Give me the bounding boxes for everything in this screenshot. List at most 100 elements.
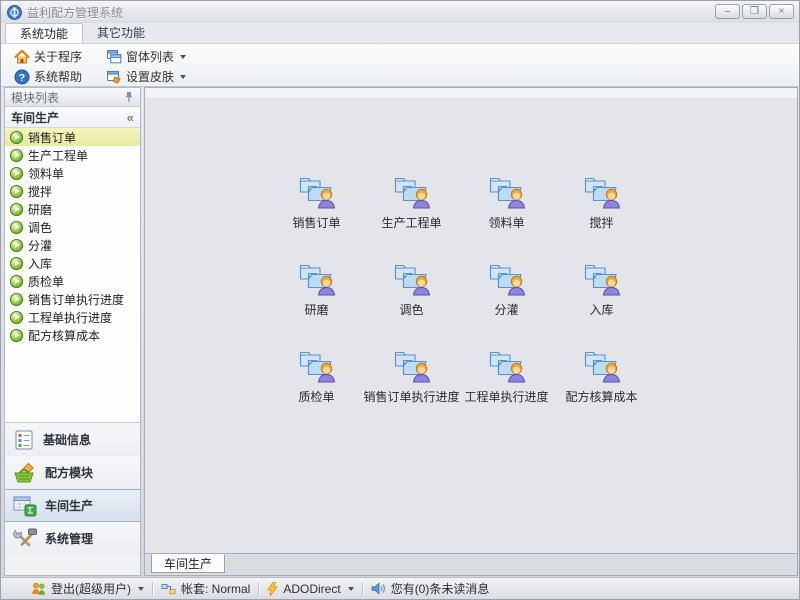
unread-messages-status[interactable]: 您有(0)条未读消息 — [363, 580, 498, 597]
section-formula-module[interactable]: 配方模块 — [5, 456, 140, 489]
sidebar-section-buttons: 基础信息 配方模块 — [5, 422, 140, 555]
section-formula-module-label: 配方模块 — [45, 464, 93, 481]
go-arrow-icon — [10, 167, 23, 180]
section-system-management-label: 系统管理 — [45, 530, 93, 547]
sidebar-item-production-order[interactable]: 生产工程单 — [5, 146, 140, 164]
bottom-tab-strip: 车间生产 — [144, 554, 798, 576]
app-window: 益利配方管理系统 – ❐ × 系统功能 其它功能 关于程序 — [0, 0, 800, 600]
module-shortcut-quality-inspection[interactable]: 质检单 — [269, 347, 364, 405]
module-shortcut-filling[interactable]: 分灌 — [459, 260, 554, 318]
cascade-windows-icon — [106, 49, 122, 65]
app-logo-icon — [7, 5, 22, 20]
go-arrow-icon — [10, 293, 23, 306]
skin-palette-icon — [106, 69, 122, 85]
about-program-button[interactable]: 关于程序 — [9, 47, 87, 66]
go-arrow-icon — [10, 203, 23, 216]
go-arrow-icon — [10, 221, 23, 234]
sidebar-item-warehousing[interactable]: 入库 — [5, 254, 140, 272]
module-shortcut-engineering-order-progress[interactable]: 工程单执行进度 — [459, 347, 554, 405]
module-label: 搅拌 — [589, 214, 613, 231]
folder-user-icon — [488, 347, 526, 385]
sidebar-item-quality-inspection[interactable]: 质检单 — [5, 272, 140, 290]
folder-user-icon — [488, 173, 526, 211]
tab-system-functions[interactable]: 系统功能 — [5, 23, 83, 43]
form-list-label: 窗体列表 — [126, 48, 174, 65]
go-arrow-icon — [10, 149, 23, 162]
module-label: 销售订单 — [292, 214, 340, 231]
module-label: 生产工程单 — [381, 214, 441, 231]
form-list-button[interactable]: 窗体列表 — [101, 47, 191, 66]
module-shortcut-production-order[interactable]: 生产工程单 — [364, 173, 459, 231]
title-bar: 益利配方管理系统 – ❐ × — [1, 1, 799, 23]
help-icon: ? — [14, 69, 30, 85]
pin-icon[interactable] — [124, 91, 134, 103]
module-shortcut-material-requisition[interactable]: 领料单 — [459, 173, 554, 231]
panel-top-strip — [145, 88, 797, 99]
basket-pencil-icon — [13, 462, 37, 484]
module-shortcut-warehousing[interactable]: 入库 — [554, 260, 649, 318]
tab-other-functions[interactable]: 其它功能 — [83, 23, 159, 43]
go-arrow-icon — [10, 185, 23, 198]
sidebar-group-title: 车间生产 — [11, 109, 59, 126]
section-basic-info-label: 基础信息 — [43, 431, 91, 448]
folder-user-icon — [298, 347, 336, 385]
sidebar-item-sales-order-progress[interactable]: 销售订单执行进度 — [5, 290, 140, 308]
section-system-management[interactable]: 系统管理 — [5, 522, 140, 555]
go-arrow-icon — [10, 257, 23, 270]
provider-button[interactable]: ADODirect — [259, 582, 361, 596]
ribbon-tab-row: 系统功能 其它功能 — [1, 23, 799, 43]
unread-messages-label: 您有(0)条未读消息 — [391, 580, 490, 597]
sidebar-item-grinding[interactable]: 研磨 — [5, 200, 140, 218]
dropdown-arrow-icon — [180, 75, 186, 79]
module-shortcut-sales-order-progress[interactable]: 销售订单执行进度 — [364, 347, 459, 405]
close-button[interactable]: × — [769, 4, 794, 19]
set-skin-label: 设置皮肤 — [126, 68, 174, 85]
folder-user-icon — [583, 173, 621, 211]
go-arrow-icon — [10, 329, 23, 342]
collapse-icon[interactable]: « — [127, 110, 134, 125]
module-shortcut-grinding[interactable]: 研磨 — [269, 260, 364, 318]
about-program-label: 关于程序 — [34, 48, 82, 65]
set-skin-button[interactable]: 设置皮肤 — [101, 67, 191, 86]
sidebar-item-formula-costing[interactable]: 配方核算成本 — [5, 326, 140, 344]
logout-button[interactable]: 登出(超级用户) — [23, 580, 152, 597]
module-label: 调色 — [399, 301, 423, 318]
sidebar-item-engineering-order-progress[interactable]: 工程单执行进度 — [5, 308, 140, 326]
main-area: 销售订单 生产工程单 领料单 搅拌 — [144, 87, 798, 576]
sidebar-item-tinting[interactable]: 调色 — [5, 218, 140, 236]
module-shortcut-sales-order[interactable]: 销售订单 — [269, 173, 364, 231]
list-form-icon — [13, 429, 35, 451]
sidebar-item-mixing[interactable]: 搅拌 — [5, 182, 140, 200]
speaker-icon — [371, 582, 386, 595]
module-label: 配方核算成本 — [565, 388, 637, 405]
maximize-button[interactable]: ❐ — [742, 4, 767, 19]
folder-user-icon — [393, 173, 431, 211]
module-shortcut-formula-costing[interactable]: 配方核算成本 — [554, 347, 649, 405]
bottom-tab-workshop-production[interactable]: 车间生产 — [151, 554, 225, 573]
system-help-button[interactable]: ? 系统帮助 — [9, 67, 87, 86]
folder-user-icon — [583, 260, 621, 298]
folder-user-icon — [298, 260, 336, 298]
module-label: 销售订单执行进度 — [364, 388, 460, 405]
home-icon — [14, 49, 30, 65]
go-arrow-icon — [10, 275, 23, 288]
module-shortcut-tinting[interactable]: 调色 — [364, 260, 459, 318]
sidebar-group-header[interactable]: 车间生产 « — [5, 107, 140, 128]
sidebar-item-list: 销售订单 生产工程单 领料单 搅拌 研磨 调色 分灌 入库 质检单 销售订单执行… — [5, 128, 140, 422]
sidebar-item-sales-order[interactable]: 销售订单 — [5, 128, 140, 146]
folder-user-icon — [488, 260, 526, 298]
sidebar-panel-header: 模块列表 — [5, 88, 140, 107]
section-basic-info[interactable]: 基础信息 — [5, 423, 140, 456]
minimize-button[interactable]: – — [715, 4, 740, 19]
sidebar-item-filling[interactable]: 分灌 — [5, 236, 140, 254]
section-workshop-production[interactable]: Σ 车间生产 — [5, 489, 140, 522]
sidebar-item-material-requisition[interactable]: 领料单 — [5, 164, 140, 182]
system-help-label: 系统帮助 — [34, 68, 82, 85]
module-label: 工程单执行进度 — [464, 388, 548, 405]
users-icon — [31, 582, 46, 595]
module-shortcut-mixing[interactable]: 搅拌 — [554, 173, 649, 231]
module-label: 分灌 — [494, 301, 518, 318]
go-arrow-icon — [10, 131, 23, 144]
link-icon — [161, 583, 176, 595]
module-label: 研磨 — [304, 301, 328, 318]
